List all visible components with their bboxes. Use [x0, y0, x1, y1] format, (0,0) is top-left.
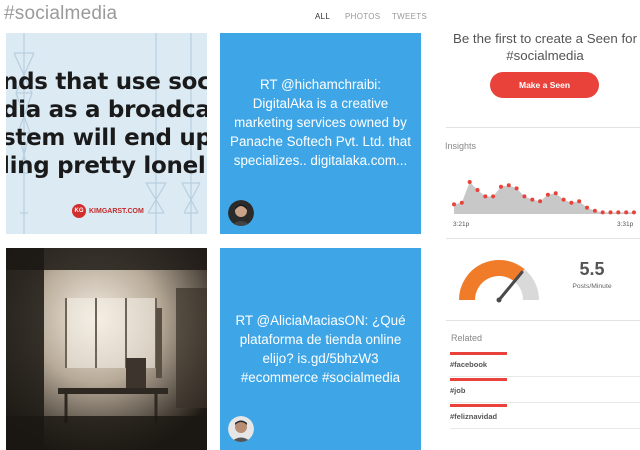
divider	[446, 238, 640, 239]
posts-rate-unit: Posts/Minute	[572, 283, 612, 290]
tab-tweets[interactable]: TWEETS	[392, 12, 427, 21]
sparkline-point	[553, 191, 558, 196]
sparkline-point	[506, 183, 511, 188]
photo-tile-office[interactable]	[6, 248, 207, 450]
time-start: 3:21p	[453, 221, 470, 228]
quote-line: stem will end up	[6, 125, 207, 151]
sparkline-point	[569, 200, 574, 205]
sparkline-point	[467, 180, 472, 184]
related-hashtag[interactable]: #facebook	[450, 352, 507, 369]
sparkline-point	[475, 188, 480, 192]
divider	[446, 320, 640, 321]
quote-line: ling pretty lonel	[6, 153, 206, 179]
related-label: Related	[451, 333, 483, 343]
quote-line: nds that use soci	[6, 69, 207, 95]
avatar-image	[228, 416, 254, 442]
seen-prompt: Be the first to create a Seen for #socia…	[452, 31, 638, 63]
sparkline-point	[483, 194, 488, 199]
time-end: 3:31p	[617, 221, 634, 228]
sparkline-point	[561, 197, 566, 202]
related-bar	[450, 352, 507, 355]
divider	[450, 376, 640, 377]
sparkline-point	[499, 184, 503, 189]
sparkline-point	[491, 194, 496, 199]
related-bar	[450, 378, 507, 381]
sparkline-point	[514, 186, 519, 191]
tweet-text: RT @AliciaMaciasON: ¿Qué plataforma de t…	[235, 313, 406, 385]
sparkline-point	[616, 210, 621, 215]
sparkline-point	[522, 194, 527, 199]
related-hashtag[interactable]: #job	[450, 378, 507, 395]
tweet-tile[interactable]: RT @AliciaMaciasON: ¿Qué plataforma de t…	[220, 248, 421, 450]
avatar-image	[228, 200, 254, 226]
divider	[446, 127, 640, 128]
sparkline-point	[608, 210, 613, 215]
sidebar: Be the first to create a Seen for #socia…	[442, 0, 640, 450]
sparkline-point	[632, 210, 636, 215]
office-photo	[6, 248, 207, 450]
sparkline-point	[452, 202, 456, 207]
quote-line: dia as a broadca	[6, 97, 207, 123]
hashtag-title: #socialmedia	[4, 3, 118, 24]
sparkline-point	[600, 210, 605, 215]
avatar[interactable]	[228, 416, 254, 442]
divider	[450, 402, 640, 403]
avatar[interactable]	[228, 200, 254, 226]
sparkline-point	[459, 200, 464, 205]
sparkline-point	[538, 199, 543, 204]
tweet-text: RT @hichamchraibi: DigitalAka is a creat…	[230, 77, 411, 168]
sparkline-point	[577, 199, 582, 204]
tab-photos[interactable]: PHOTOS	[345, 12, 380, 21]
tab-all[interactable]: ALL	[315, 12, 330, 21]
activity-sparkline	[452, 180, 636, 215]
sparkline-point	[545, 192, 550, 197]
tweet-tile[interactable]: RT @hichamchraibi: DigitalAka is a creat…	[220, 33, 421, 234]
sparkline-point	[592, 208, 597, 213]
kimgarst-logo: KG KIMGARST.COM	[72, 204, 144, 218]
photo-tile-quote[interactable]: nds that use soci dia as a broadca stem …	[6, 33, 207, 234]
kimgarst-mark-icon: KG	[72, 204, 86, 218]
insights-label: Insights	[445, 141, 477, 151]
sparkline-area	[454, 182, 634, 214]
posts-rate-value: 5.5	[579, 259, 605, 279]
related-hashtag[interactable]: #feliznavidad	[450, 404, 507, 421]
sparkline-point	[624, 210, 629, 215]
posts-rate-gauge	[459, 260, 539, 303]
sparkline-point	[585, 205, 589, 210]
make-seen-button[interactable]: Make a Seen	[490, 72, 599, 98]
related-bar	[450, 404, 507, 407]
sparkline-point	[530, 197, 535, 202]
divider	[450, 428, 640, 429]
